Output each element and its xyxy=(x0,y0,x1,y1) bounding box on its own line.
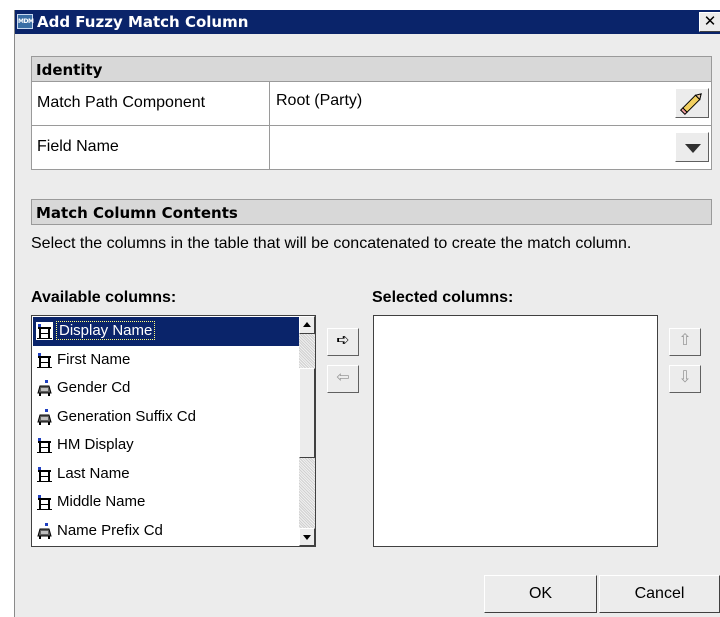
text-column-icon xyxy=(36,436,53,454)
available-column-item[interactable]: Middle Name xyxy=(33,488,301,517)
dialog-title: Add Fuzzy Match Column xyxy=(37,13,249,31)
available-column-item[interactable]: Generation Suffix Cd xyxy=(33,403,301,432)
field-name-row: Field Name xyxy=(31,126,712,170)
text-column-icon xyxy=(36,493,53,511)
pencil-icon xyxy=(679,93,702,116)
available-columns-scrollbar[interactable] xyxy=(299,316,315,546)
add-fuzzy-match-column-dialog: MDM Add Fuzzy Match Column ✕ Identity Ma… xyxy=(14,10,720,617)
match-path-component-row: Match Path Component Root (Party) xyxy=(31,82,712,126)
scroll-thumb[interactable] xyxy=(299,368,315,458)
available-column-label: First Name xyxy=(57,350,131,368)
available-column-label: Generation Suffix Cd xyxy=(57,407,196,425)
scroll-up-icon xyxy=(303,322,311,327)
instructions-text: Select the columns in the table that wil… xyxy=(31,235,632,252)
match-path-component-label: Match Path Component xyxy=(32,82,270,125)
available-column-item[interactable]: Gender Cd xyxy=(33,374,301,403)
field-name-label: Field Name xyxy=(32,126,270,169)
move-up-button[interactable]: ⇧ xyxy=(669,328,701,356)
lookup-column-icon xyxy=(36,379,53,397)
available-column-label: Display Name xyxy=(55,321,156,340)
available-column-item[interactable]: Last Name xyxy=(33,460,301,489)
add-column-button[interactable]: ➪ xyxy=(327,328,359,356)
scroll-up-button[interactable] xyxy=(299,316,315,334)
selected-columns-list[interactable] xyxy=(373,315,658,547)
available-column-item[interactable]: First Name xyxy=(33,346,301,375)
scroll-down-icon xyxy=(303,535,311,540)
cancel-button[interactable]: Cancel xyxy=(599,575,720,613)
text-column-icon xyxy=(36,351,53,369)
mdm-app-icon: MDM xyxy=(17,14,34,29)
text-column-icon xyxy=(36,322,53,340)
title-bar[interactable]: MDM Add Fuzzy Match Column ✕ xyxy=(15,10,720,34)
selected-columns-label: Selected columns: xyxy=(372,289,514,306)
ok-button[interactable]: OK xyxy=(484,575,597,613)
remove-column-button[interactable]: ⇦ xyxy=(327,365,359,393)
available-columns-list[interactable]: Display Name First Name Gender Cd Generatio… xyxy=(31,315,316,547)
match-path-component-value: Root (Party) xyxy=(276,92,363,109)
text-column-icon xyxy=(36,465,53,483)
chevron-down-icon xyxy=(685,144,701,153)
available-column-label: Last Name xyxy=(57,464,130,482)
available-column-item[interactable]: Display Name xyxy=(33,317,301,346)
scroll-down-button[interactable] xyxy=(299,528,315,546)
match-column-contents-header: Match Column Contents xyxy=(31,199,712,225)
lookup-column-icon xyxy=(36,408,53,426)
field-name-dropdown-button[interactable] xyxy=(675,132,709,162)
available-column-label: Gender Cd xyxy=(57,379,131,396)
identity-section-header: Identity xyxy=(31,56,712,82)
available-column-label: HM Display xyxy=(57,436,134,453)
available-column-label: Name Prefix Cd xyxy=(57,521,163,539)
move-down-button[interactable]: ⇩ xyxy=(669,365,701,393)
close-button[interactable]: ✕ xyxy=(699,12,720,32)
lookup-column-icon xyxy=(36,522,53,540)
available-columns-label: Available columns: xyxy=(31,289,177,306)
available-columns-items: Display Name First Name Gender Cd Generatio… xyxy=(33,317,301,545)
available-column-item[interactable]: Name Prefix Cd xyxy=(33,517,301,546)
edit-match-path-button[interactable] xyxy=(675,88,709,118)
available-column-item[interactable]: HM Display xyxy=(33,431,301,460)
available-column-label: Middle Name xyxy=(57,493,146,510)
